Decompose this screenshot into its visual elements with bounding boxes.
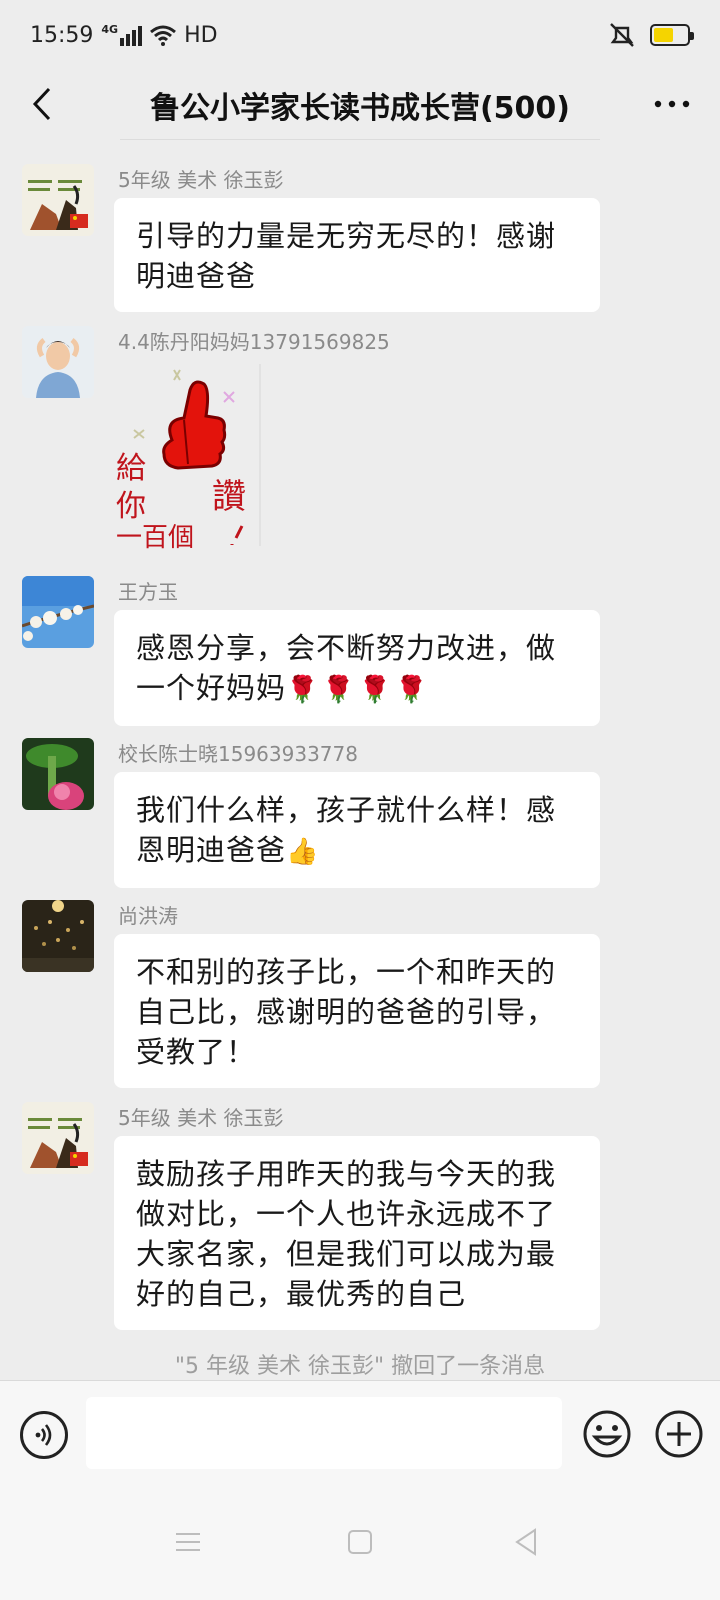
chat-message: 4.4陈丹阳妈妈13791569825 給 你 一百個 讚 <box>22 312 702 562</box>
sender-name: 4.4陈丹阳妈妈13791569825 <box>118 330 390 354</box>
menu-nav-button[interactable] <box>168 1522 208 1562</box>
mute-vibrate-icon <box>610 23 634 47</box>
chat-message: 校长陈士晓15963933778 我们什么样，孩子就什么样！感恩明迪爸爸👍 <box>22 724 702 888</box>
sender-name: 王方玉 <box>118 580 178 604</box>
more-options-button[interactable] <box>650 84 694 124</box>
thumbs-up-sticker[interactable]: 給 你 一百個 讚 <box>114 360 264 553</box>
sticker-word-give: 給 <box>116 451 146 486</box>
message-text: 引导的力量是无穷无尽的！感谢明迪爸爸 <box>136 219 557 293</box>
status-bar: 15:59 4G HD <box>0 0 720 70</box>
message-bubble[interactable]: 感恩分享，会不断努力改进，做一个好妈妈🌹🌹🌹🌹 <box>114 610 600 726</box>
recall-notice: "5 年级 美术 徐玉彭" 撤回了一条消息 <box>174 1354 546 1379</box>
menu-icon <box>176 1533 200 1551</box>
thumbs-up-emoji: 👍 <box>286 837 323 867</box>
avatar[interactable] <box>22 900 94 972</box>
message-text: 我们什么样，孩子就什么样！感恩明迪爸爸 <box>136 793 557 867</box>
network-type: 4G <box>101 23 119 36</box>
voice-input-button[interactable] <box>20 1411 68 1459</box>
avatar[interactable] <box>22 326 94 398</box>
back-nav-button[interactable] <box>506 1522 546 1562</box>
chevron-left-icon <box>32 87 51 121</box>
sender-name: 校长陈士晓15963933778 <box>118 742 358 766</box>
avatar[interactable] <box>22 164 94 236</box>
voice-icon <box>35 1424 52 1446</box>
chat-message: 王方玉 感恩分享，会不断努力改进，做一个好妈妈🌹🌹🌹🌹 <box>22 562 702 726</box>
avatar[interactable] <box>22 738 94 810</box>
hd-indicator: HD <box>184 22 218 48</box>
avatar[interactable] <box>22 576 94 648</box>
smiley-icon <box>583 1410 631 1458</box>
header-divider <box>120 139 600 140</box>
more-dots-icon <box>654 100 690 108</box>
chat-header: 鲁公小学家长读书成长营(500) <box>0 70 720 140</box>
system-nav-bar <box>0 1480 720 1600</box>
chat-message: 尚洪涛 不和别的孩子比，一个和昨天的自己比，感谢明的爸爸的引导，受教了！ <box>22 886 702 1088</box>
message-text: 不和别的孩子比，一个和昨天的自己比，感谢明的爸爸的引导，受教了！ <box>136 955 557 1069</box>
sender-name: 5年级 美术 徐玉彭 <box>118 168 284 192</box>
message-bubble[interactable]: 不和别的孩子比，一个和昨天的自己比，感谢明的爸爸的引导，受教了！ <box>114 934 600 1088</box>
sticker-word-you: 你 <box>116 489 146 524</box>
chat-title: 鲁公小学家长读书成长营(500) <box>149 91 571 126</box>
clock: 15:59 <box>30 22 94 48</box>
back-button[interactable] <box>22 84 62 124</box>
message-bubble[interactable]: 鼓励孩子用昨天的我与今天的我做对比，一个人也许永远成不了大家名家，但是我们可以成… <box>114 1136 600 1330</box>
avatar[interactable] <box>22 1102 94 1174</box>
emoji-button[interactable] <box>582 1409 632 1459</box>
plus-icon <box>655 1410 703 1458</box>
message-text: 鼓励孩子用昨天的我与今天的我做对比，一个人也许永远成不了大家名家，但是我们可以成… <box>136 1157 557 1311</box>
sticker-word-praise: 讚 <box>212 477 246 517</box>
signal-icon: 4G <box>101 23 143 46</box>
message-input[interactable] <box>86 1397 562 1469</box>
rose-emoji: 🌹🌹🌹🌹 <box>286 675 432 705</box>
home-nav-button[interactable] <box>340 1522 380 1562</box>
chat-message: 5年级 美术 徐玉彭 引导的力量是无穷无尽的！感谢明迪爸爸 <box>22 150 702 312</box>
home-square-icon <box>348 1530 372 1554</box>
battery-icon <box>650 24 694 46</box>
back-triangle-icon <box>515 1528 536 1556</box>
message-bubble[interactable]: 引导的力量是无穷无尽的！感谢明迪爸爸 <box>114 198 600 312</box>
message-bubble[interactable]: 我们什么样，孩子就什么样！感恩明迪爸爸👍 <box>114 772 600 888</box>
sticker-word-hundred: 一百個 <box>116 523 194 550</box>
input-bar <box>0 1380 720 1480</box>
more-functions-button[interactable] <box>654 1409 704 1459</box>
chat-message: 5年级 美术 徐玉彭 鼓励孩子用昨天的我与今天的我做对比，一个人也许永远成不了大… <box>22 1088 702 1330</box>
sender-name: 5年级 美术 徐玉彭 <box>118 1106 284 1130</box>
sender-name: 尚洪涛 <box>118 904 178 928</box>
wifi-icon <box>150 25 177 46</box>
